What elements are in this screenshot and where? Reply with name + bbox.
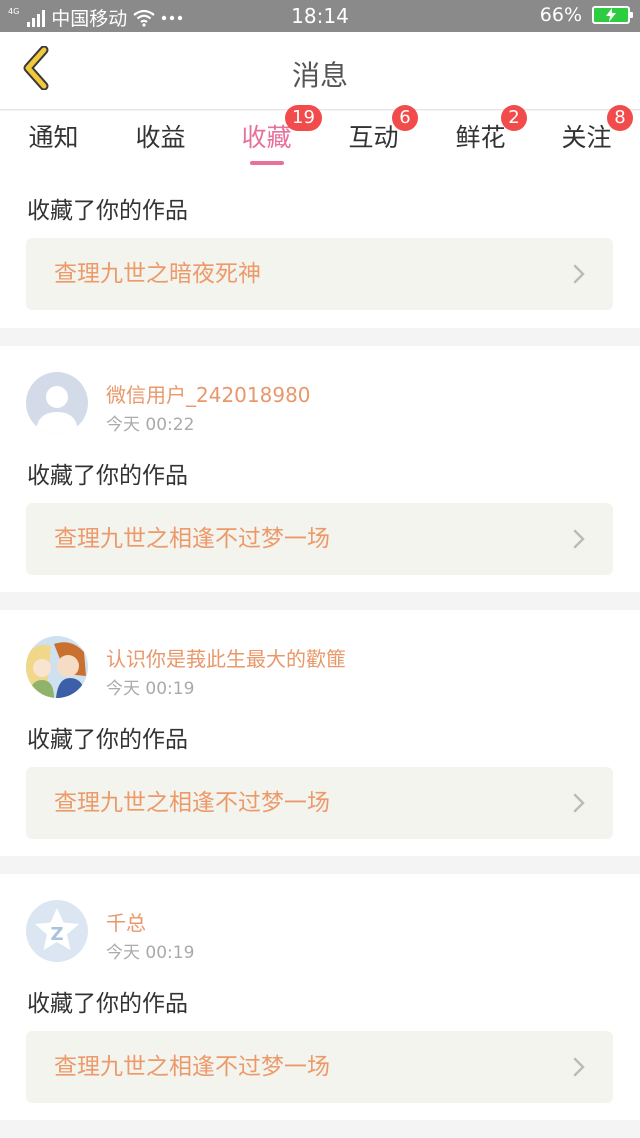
tab-flowers[interactable]: 鲜花 2 [427, 105, 534, 171]
unread-badge: 6 [392, 105, 418, 131]
tab-follows[interactable]: 关注 8 [533, 105, 640, 171]
page-title: 消息 [291, 59, 348, 92]
battery-percent: 66% [539, 4, 582, 26]
work-link[interactable]: 查理九世之相逢不过梦一场 [26, 1031, 613, 1103]
chevron-right-icon [573, 264, 585, 288]
action-text: 收藏了你的作品 [27, 463, 188, 489]
action-text: 收藏了你的作品 [27, 991, 188, 1017]
chevron-right-icon [573, 793, 585, 817]
action-text: 收藏了你的作品 [27, 727, 188, 753]
work-link[interactable]: 查理九世之相逢不过梦一场 [26, 503, 613, 575]
chevron-right-icon [573, 1057, 585, 1081]
work-title: 查理九世之相逢不过梦一场 [54, 1054, 330, 1080]
chevron-right-icon [573, 529, 585, 553]
tab-label: 收藏 [241, 123, 292, 152]
timestamp: 今天 00:19 [106, 679, 195, 699]
action-text: 收藏了你的作品 [27, 198, 188, 224]
user-name[interactable]: 千总 [106, 907, 146, 936]
work-title: 查理九世之相逢不过梦一场 [54, 790, 330, 816]
unread-badge: 8 [607, 105, 633, 131]
work-title: 查理九世之相逢不过梦一场 [54, 526, 330, 552]
timestamp: 今天 00:22 [106, 415, 195, 435]
unread-badge: 2 [501, 105, 527, 131]
svg-text:Z: Z [50, 924, 63, 945]
tab-favorites[interactable]: 收藏 19 [213, 105, 322, 171]
tab-earnings[interactable]: 收益 [107, 111, 214, 171]
notification-card: 微信用户_242018980 今天 00:22 收藏了你的作品 查理九世之相逢不… [0, 346, 640, 592]
tab-label: 互动 [348, 123, 399, 152]
user-name[interactable]: 微信用户_242018980 [106, 379, 311, 408]
tab-label: 关注 [561, 123, 612, 152]
work-link[interactable]: 查理九世之相逢不过梦一场 [26, 767, 613, 839]
notification-card: 认识你是莪此生最大的歡篚 今天 00:19 收藏了你的作品 查理九世之相逢不过梦… [0, 610, 640, 856]
notification-card: 收藏了你的作品 查理九世之暗夜死神 [0, 171, 640, 328]
unread-badge: 19 [285, 105, 322, 131]
avatar[interactable] [26, 636, 88, 698]
work-title: 查理九世之暗夜死神 [54, 261, 261, 287]
nav-bar: 消息 [0, 32, 640, 110]
work-link[interactable]: 查理九世之暗夜死神 [26, 238, 613, 310]
tab-label: 收益 [135, 123, 186, 152]
notification-card: Z 千总 今天 00:19 收藏了你的作品 查理九世之相逢不过梦一场 [0, 874, 640, 1120]
tab-bar: 通知 收益 收藏 19 互动 6 鲜花 2 关注 8 [0, 105, 640, 171]
status-right: 66% [539, 4, 633, 26]
status-bar: 4G 中国移动 18:14 66% [0, 0, 640, 32]
avatar[interactable] [26, 372, 88, 434]
active-tab-indicator [249, 161, 284, 165]
user-name[interactable]: 认识你是莪此生最大的歡篚 [106, 643, 346, 672]
tab-interactions[interactable]: 互动 6 [320, 105, 427, 171]
tab-label: 通知 [28, 123, 79, 152]
tab-label: 鲜花 [455, 123, 506, 152]
tab-notify[interactable]: 通知 [0, 111, 107, 171]
battery-charging-icon [592, 6, 633, 24]
avatar[interactable]: Z [26, 900, 88, 962]
timestamp: 今天 00:19 [106, 943, 195, 963]
